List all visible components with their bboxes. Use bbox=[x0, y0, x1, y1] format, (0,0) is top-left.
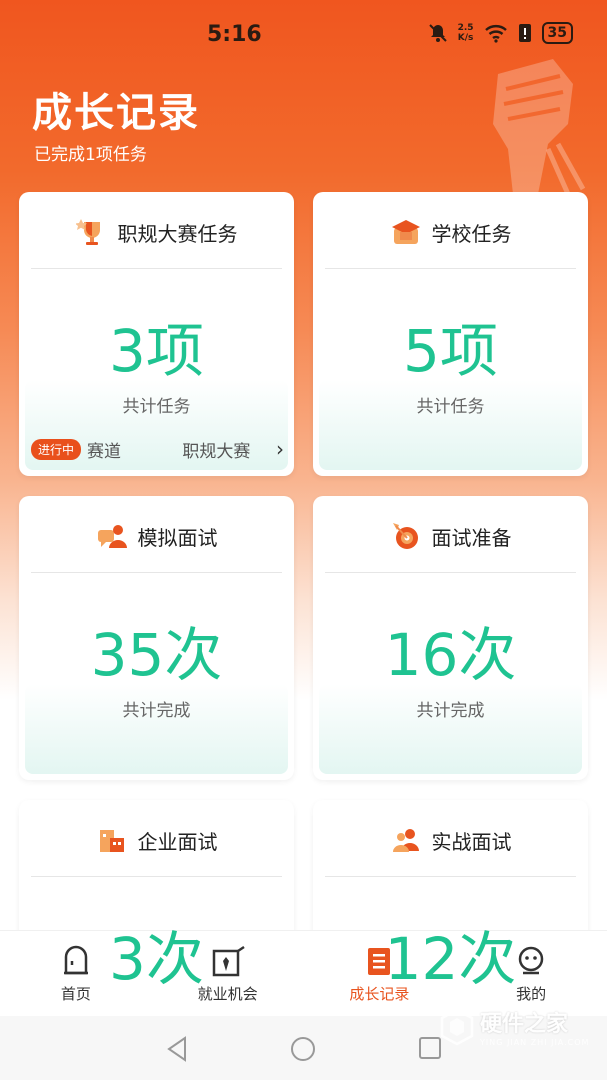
card-title: 模拟面试 bbox=[137, 525, 218, 550]
building-icon bbox=[99, 830, 124, 852]
target-icon bbox=[392, 523, 418, 549]
page-subtitle: 已完成1项任务 bbox=[34, 145, 147, 165]
card-caption: 共计完成 bbox=[416, 701, 485, 721]
battery-indicator: 35 bbox=[541, 22, 573, 44]
card-divider bbox=[325, 572, 576, 573]
status-icons: 2.5 K/s 35 bbox=[428, 22, 573, 44]
card-divider bbox=[325, 876, 576, 877]
card-caption: 共计任务 bbox=[122, 397, 191, 417]
card-school-tasks[interactable]: 学校任务 5项 共计任务 bbox=[313, 192, 588, 476]
people-icon bbox=[392, 829, 419, 852]
back-triangle-icon[interactable] bbox=[165, 1036, 189, 1062]
speed-value: 2.5 bbox=[457, 23, 474, 33]
graduation-cap-icon bbox=[391, 220, 420, 244]
interview-chat-icon bbox=[97, 525, 127, 548]
card-value: 12次 bbox=[384, 925, 517, 993]
card-divider bbox=[31, 268, 282, 269]
card-header: 实战面试 bbox=[313, 822, 588, 858]
chevron-right-icon[interactable]: › bbox=[276, 437, 284, 461]
card-header: 模拟面试 bbox=[19, 518, 294, 554]
card-title: 面试准备 bbox=[431, 525, 512, 550]
card-title: 实战面试 bbox=[431, 829, 512, 854]
card-value: 3项 bbox=[109, 317, 204, 385]
card-ticker[interactable]: 进行中 赛道 职规大赛 › bbox=[31, 436, 284, 462]
card-header: 面试准备 bbox=[313, 518, 588, 554]
mute-bell-icon bbox=[428, 24, 447, 42]
wifi-icon bbox=[484, 25, 507, 43]
card-interview-prep[interactable]: 面试准备 16次 共计完成 bbox=[313, 496, 588, 780]
ticker-item: 赛道 bbox=[87, 441, 122, 462]
watermark: 硬件之家 YING JIAN ZHI JIA.COM bbox=[440, 1006, 589, 1047]
card-value: 3次 bbox=[109, 925, 204, 993]
card-competition-tasks[interactable]: 职规大赛任务 3项 共计任务 进行中 赛道 职规大赛 › bbox=[19, 192, 294, 476]
speed-unit: K/s bbox=[457, 33, 474, 43]
card-value: 5项 bbox=[403, 317, 498, 385]
card-caption: 共计任务 bbox=[416, 397, 485, 417]
status-pill: 进行中 bbox=[31, 438, 82, 460]
ticker-track: 赛道 职规大赛 bbox=[87, 437, 276, 462]
card-value: 35次 bbox=[90, 621, 223, 689]
network-speed: 2.5 K/s bbox=[458, 23, 474, 43]
card-value: 16次 bbox=[384, 621, 517, 689]
card-title: 企业面试 bbox=[137, 829, 218, 854]
trophy-icon bbox=[75, 219, 100, 245]
card-divider bbox=[31, 876, 282, 877]
ticker-item: 职规大赛 bbox=[182, 441, 251, 462]
status-time: 5:16 bbox=[207, 22, 262, 47]
fist-decoration-icon bbox=[493, 59, 586, 194]
card-title: 学校任务 bbox=[431, 221, 512, 246]
watermark-subtext: YING JIAN ZHI JIA.COM bbox=[480, 1038, 590, 1047]
recents-square-icon[interactable] bbox=[418, 1036, 442, 1060]
watermark-text: 硬件之家 bbox=[480, 1012, 569, 1037]
watermark-logo-icon bbox=[440, 1008, 474, 1045]
card-header: 学校任务 bbox=[313, 214, 588, 250]
card-divider bbox=[31, 572, 282, 573]
page-title: 成长记录 bbox=[32, 90, 200, 136]
card-title: 职规大赛任务 bbox=[117, 221, 238, 246]
card-header: 企业面试 bbox=[19, 822, 294, 858]
card-divider bbox=[325, 268, 576, 269]
card-header: 职规大赛任务 bbox=[19, 214, 294, 250]
card-caption: 共计完成 bbox=[122, 701, 191, 721]
sim-alert-icon bbox=[518, 24, 531, 42]
card-mock-interview[interactable]: 模拟面试 35次 共计完成 bbox=[19, 496, 294, 780]
home-circle-icon[interactable] bbox=[290, 1036, 316, 1062]
